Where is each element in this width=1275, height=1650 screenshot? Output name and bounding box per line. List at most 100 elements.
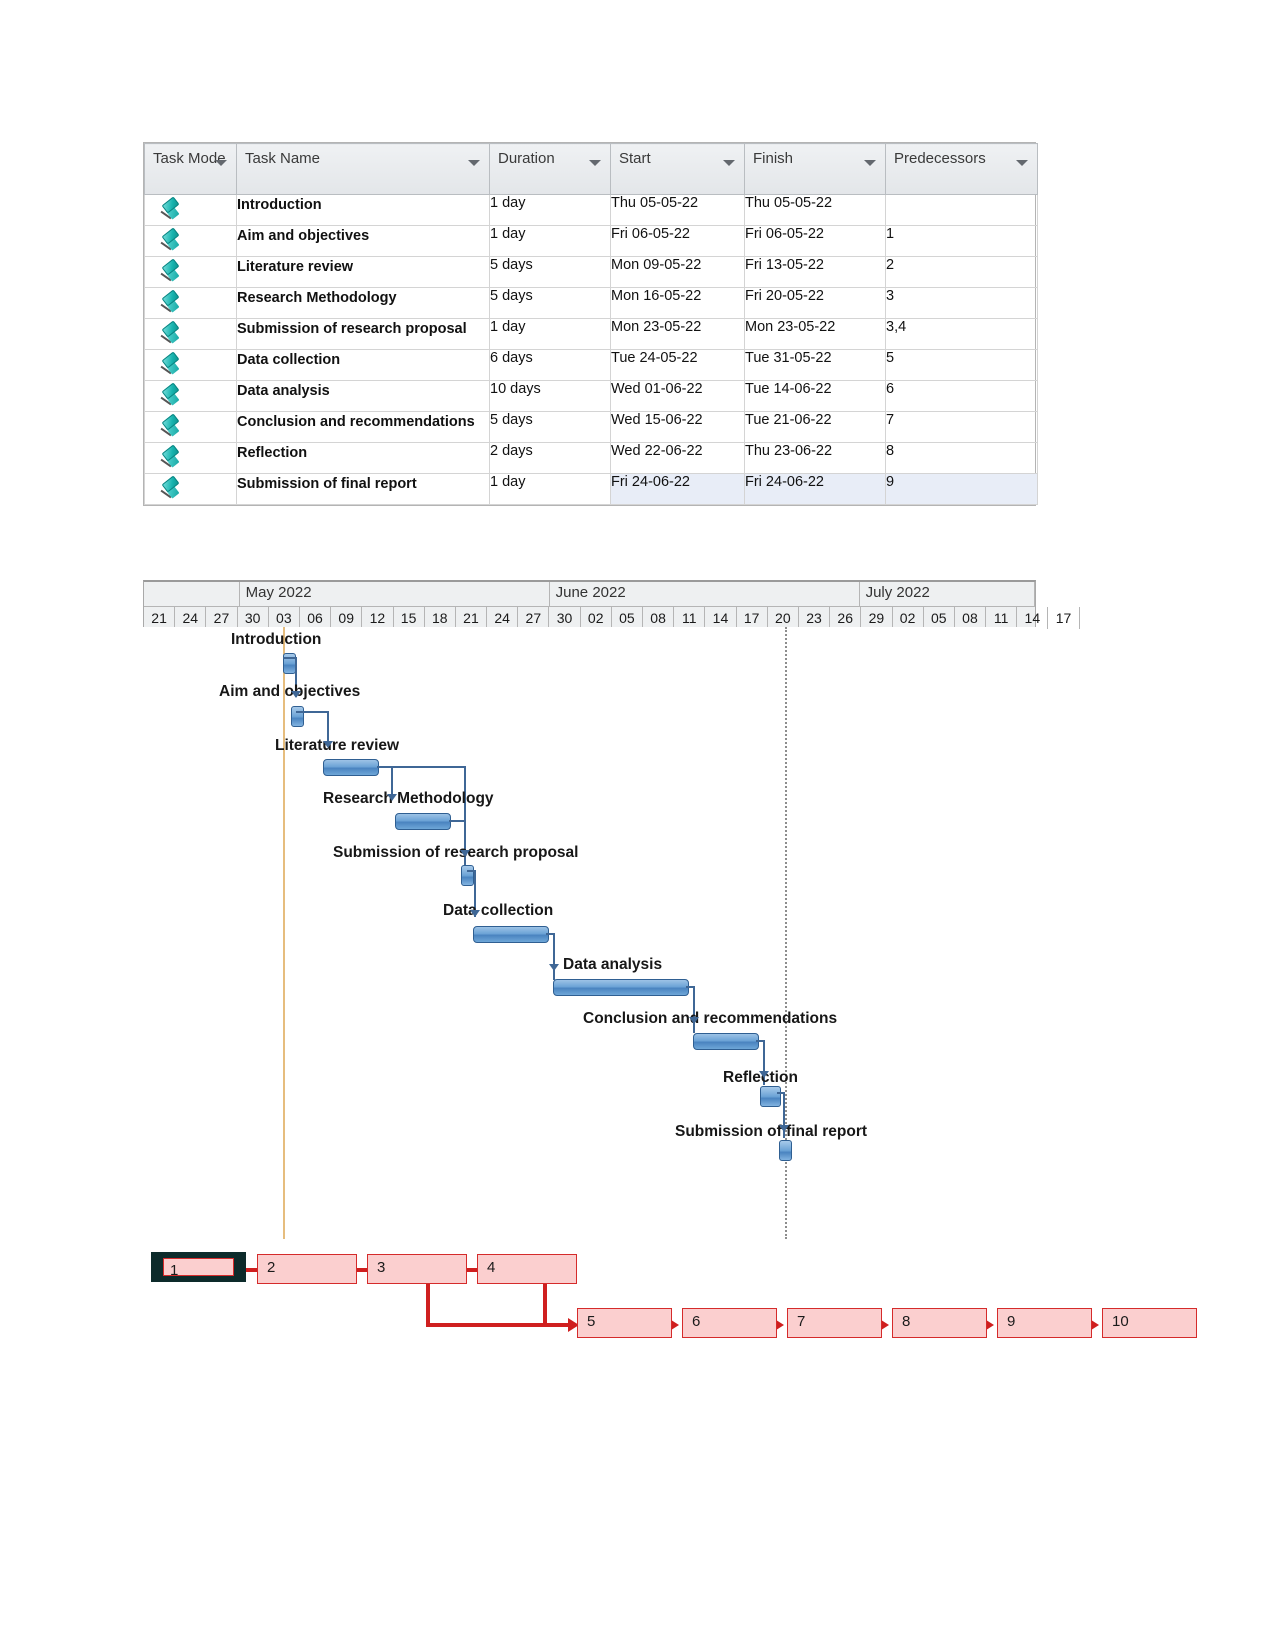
network-node-7[interactable]: 7 [787,1308,882,1338]
cell-task-name[interactable]: Submission of final report [236,473,490,505]
chevron-down-icon[interactable] [864,160,876,166]
column-header-task-name[interactable]: Task Name [236,143,490,195]
column-header-task-mode[interactable]: Task Mode [144,143,237,195]
chevron-down-icon[interactable] [1016,160,1028,166]
chevron-down-icon[interactable] [723,160,735,166]
cell-finish[interactable]: Tue 14-06-22 [744,380,886,412]
pushpin-icon[interactable] [157,413,185,442]
pushpin-icon[interactable] [157,351,185,380]
cell-task-name[interactable]: Aim and objectives [236,225,490,257]
cell-predecessors[interactable]: 9 [885,473,1038,505]
network-node-3[interactable]: 3 [367,1254,467,1284]
table-row[interactable]: Research Methodology 5 days Mon 16-05-22 Fr… [144,287,1038,319]
cell-predecessors[interactable]: 8 [885,442,1038,474]
column-header-start[interactable]: Start [610,143,745,195]
cell-duration[interactable]: 1 day [489,473,611,505]
cell-predecessors[interactable]: 6 [885,380,1038,412]
cell-start[interactable]: Fri 24-06-22 [610,473,745,505]
network-node-5[interactable]: 5 [577,1308,672,1338]
cell-task-name[interactable]: Research Methodology [236,287,490,319]
network-node-4[interactable]: 4 [477,1254,577,1284]
cell-duration[interactable]: 1 day [489,225,611,257]
network-node-10[interactable]: 10 [1102,1308,1197,1338]
pushpin-icon[interactable] [157,320,185,349]
cell-task-mode[interactable] [144,194,237,226]
cell-start[interactable]: Mon 16-05-22 [610,287,745,319]
table-row[interactable]: Data analysis 10 days Wed 01-06-22 Tue 14-0… [144,380,1038,412]
cell-duration[interactable]: 6 days [489,349,611,381]
table-row[interactable]: Conclusion and recommendations 5 days Wed … [144,411,1038,443]
table-row[interactable]: Submission of research proposal 1 day Mon … [144,318,1038,350]
cell-start[interactable]: Mon 23-05-22 [610,318,745,350]
cell-duration[interactable]: 5 days [489,287,611,319]
table-row[interactable]: Aim and objectives 1 day Fri 06-05-22 Fri 0… [144,225,1038,257]
network-node-2[interactable]: 2 [257,1254,357,1284]
cell-start[interactable]: Tue 24-05-22 [610,349,745,381]
cell-duration[interactable]: 5 days [489,256,611,288]
cell-duration[interactable]: 1 day [489,194,611,226]
gantt-bar-data-analysis[interactable] [553,979,689,996]
cell-start[interactable]: Thu 05-05-22 [610,194,745,226]
pushpin-icon[interactable] [157,475,185,504]
chevron-down-icon[interactable] [589,160,601,166]
cell-task-mode[interactable] [144,473,237,505]
task-table[interactable]: Task Mode Task Name Duration Start Finis… [143,142,1038,506]
gantt-bar-submission-of-research-proposal[interactable] [461,865,474,886]
cell-start[interactable]: Mon 09-05-22 [610,256,745,288]
cell-start[interactable]: Fri 06-05-22 [610,225,745,257]
cell-task-name[interactable]: Data analysis [236,380,490,412]
cell-finish[interactable]: Thu 05-05-22 [744,194,886,226]
table-row[interactable]: Reflection 2 days Wed 22-06-22 Thu 23-06-22… [144,442,1038,474]
cell-task-mode[interactable] [144,411,237,443]
cell-task-mode[interactable] [144,380,237,412]
cell-start[interactable]: Wed 01-06-22 [610,380,745,412]
gantt-bar-data-collection[interactable] [473,926,549,943]
cell-task-mode[interactable] [144,225,237,257]
pushpin-icon[interactable] [157,258,185,287]
cell-finish[interactable]: Tue 31-05-22 [744,349,886,381]
cell-finish[interactable]: Fri 20-05-22 [744,287,886,319]
gantt-bar-literature-review[interactable] [323,759,379,776]
cell-finish[interactable]: Fri 13-05-22 [744,256,886,288]
network-node-8[interactable]: 8 [892,1308,987,1338]
chevron-down-icon[interactable] [468,160,480,166]
cell-finish[interactable]: Fri 24-06-22 [744,473,886,505]
pushpin-icon[interactable] [157,227,185,256]
column-header-finish[interactable]: Finish [744,143,886,195]
pushpin-icon[interactable] [157,382,185,411]
cell-predecessors[interactable]: 2 [885,256,1038,288]
cell-duration[interactable]: 1 day [489,318,611,350]
cell-predecessors[interactable]: 3 [885,287,1038,319]
cell-task-name[interactable]: Introduction [236,194,490,226]
cell-predecessors[interactable]: 7 [885,411,1038,443]
cell-duration[interactable]: 2 days [489,442,611,474]
cell-start[interactable]: Wed 15-06-22 [610,411,745,443]
network-node-9[interactable]: 9 [997,1308,1092,1338]
cell-task-name[interactable]: Conclusion and recommendations [236,411,490,443]
pushpin-icon[interactable] [157,289,185,318]
cell-task-mode[interactable] [144,256,237,288]
pushpin-icon[interactable] [157,444,185,473]
cell-task-mode[interactable] [144,287,237,319]
gantt-bar-aim-and-objectives[interactable] [291,706,304,727]
column-header-duration[interactable]: Duration [489,143,611,195]
cell-predecessors[interactable] [885,194,1038,226]
cell-predecessors[interactable]: 1 [885,225,1038,257]
gantt-bar-reflection[interactable] [760,1086,781,1107]
cell-duration[interactable]: 5 days [489,411,611,443]
network-node-6[interactable]: 6 [682,1308,777,1338]
table-row[interactable]: Submission of final report 1 day Fri 24-06… [144,473,1038,505]
network-node-1[interactable]: 1 [151,1252,246,1282]
cell-finish[interactable]: Thu 23-06-22 [744,442,886,474]
chevron-down-icon[interactable] [215,160,227,166]
cell-task-name[interactable]: Literature review [236,256,490,288]
table-row[interactable]: Data collection 6 days Tue 24-05-22 Tue 31-… [144,349,1038,381]
gantt-chart-area[interactable]: Introduction Aim and objectives Literatu… [143,627,1036,1239]
cell-finish[interactable]: Tue 21-06-22 [744,411,886,443]
table-row[interactable]: Literature review 5 days Mon 09-05-22 Fri 1… [144,256,1038,288]
cell-task-name[interactable]: Reflection [236,442,490,474]
cell-start[interactable]: Wed 22-06-22 [610,442,745,474]
gantt-bar-conclusion-and-recommendations[interactable] [693,1033,759,1050]
cell-task-name[interactable]: Data collection [236,349,490,381]
network-diagram[interactable]: 1 2 3 4 5 6 7 8 9 10 [143,1240,1203,1370]
